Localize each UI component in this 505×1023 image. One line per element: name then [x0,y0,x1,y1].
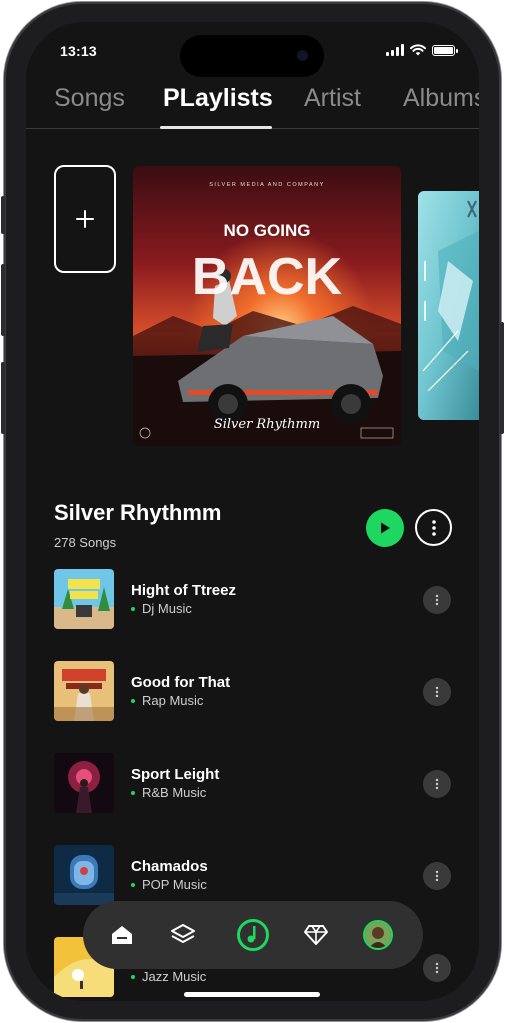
album-art-next [418,191,479,420]
music-disc-icon [237,919,269,951]
dynamic-island [180,35,324,77]
more-vertical-icon [431,519,436,536]
home-icon [112,926,132,944]
song-title: Chamados [131,858,208,875]
cover-publisher: SILVER MEDIA AND COMPANY [209,182,325,188]
volume-up-button [1,264,5,336]
song-row[interactable]: Chamados POP Music [54,845,454,905]
song-more-button[interactable] [423,770,451,798]
song-more-button[interactable] [423,862,451,890]
song-row[interactable]: Sport Leight R&B Music [54,753,454,813]
playlist-more-button[interactable] [415,509,452,546]
song-more-button[interactable] [423,678,451,706]
bottom-navigation [83,901,423,969]
song-genre-label: Jazz Music [142,969,207,984]
nav-home[interactable] [106,919,138,951]
app-screen: 13:13 Songs PLaylists Artist Albums SILV… [26,22,479,1001]
nav-profile[interactable] [362,919,394,951]
battery-icon [432,44,458,56]
song-thumbnail [54,753,114,813]
home-indicator [184,992,320,997]
more-vertical-icon [435,686,439,698]
song-more-button[interactable] [423,954,451,982]
play-button[interactable] [366,509,404,547]
song-genre-label: Dj Music [142,601,192,616]
genre-dot [131,606,135,611]
song-genre-label: POP Music [142,877,207,892]
tab-artist[interactable]: Artist [304,84,361,113]
playlist-cover-main[interactable]: SILVER MEDIA AND COMPANY NO GOING BACK S… [133,166,401,446]
playlist-cover-next[interactable] [418,191,479,420]
cellular-signal-icon [386,44,404,56]
song-title: Sport Leight [131,766,220,783]
wifi-icon [410,44,426,56]
more-vertical-icon [435,870,439,882]
power-button [500,322,504,434]
layers-icon [171,924,195,943]
action-button [1,196,5,234]
song-more-button[interactable] [423,586,451,614]
genre-dot [131,882,135,887]
volume-down-button [1,362,5,434]
more-vertical-icon [435,594,439,606]
more-vertical-icon [435,962,439,974]
song-row[interactable]: Good for That Rap Music [54,661,454,721]
tab-songs[interactable]: Songs [54,84,125,113]
plus-icon [76,210,94,228]
profile-avatar [363,920,393,950]
song-thumbnail [54,661,114,721]
nav-library[interactable] [167,919,199,951]
more-vertical-icon [435,778,439,790]
song-genre: POP Music [131,877,207,892]
song-genre-label: R&B Music [142,785,207,800]
genre-dot [131,698,135,703]
song-genre-label: Rap Music [142,693,204,708]
playlist-title: Silver Rhythmm [54,500,222,525]
active-tab-indicator [160,126,272,129]
song-thumbnail [54,845,114,905]
category-tabs: Songs PLaylists Artist Albums [26,84,479,130]
diamond-icon [304,925,328,945]
song-row[interactable]: Hight of Ttreez Dj Music [54,569,454,629]
playlist-song-count: 278 Songs [54,535,117,550]
status-icons [386,44,458,56]
camera-icon [297,50,308,61]
nav-premium[interactable] [300,919,332,951]
tab-playlists[interactable]: PLaylists [163,84,273,113]
album-art-no-going-back: SILVER MEDIA AND COMPANY NO GOING BACK S… [133,166,401,446]
cover-line1: NO GOING [224,221,311,240]
song-title: Good for That [131,674,231,691]
song-genre: Rap Music [131,693,203,708]
cover-signature: Silver Rhythmm [214,417,320,432]
cover-line2: BACK [192,248,343,306]
song-thumbnail [54,569,114,629]
genre-dot [131,974,135,979]
add-playlist-button[interactable] [54,165,116,273]
song-title: Hight of Ttreez [131,582,236,599]
play-icon [381,522,390,534]
song-genre: R&B Music [131,785,206,800]
song-genre: Dj Music [131,601,192,616]
status-time: 13:13 [60,43,97,59]
genre-dot [131,790,135,795]
song-genre: Jazz Music [131,969,206,984]
nav-now-playing[interactable] [234,916,272,954]
tab-albums[interactable]: Albums [403,84,479,113]
